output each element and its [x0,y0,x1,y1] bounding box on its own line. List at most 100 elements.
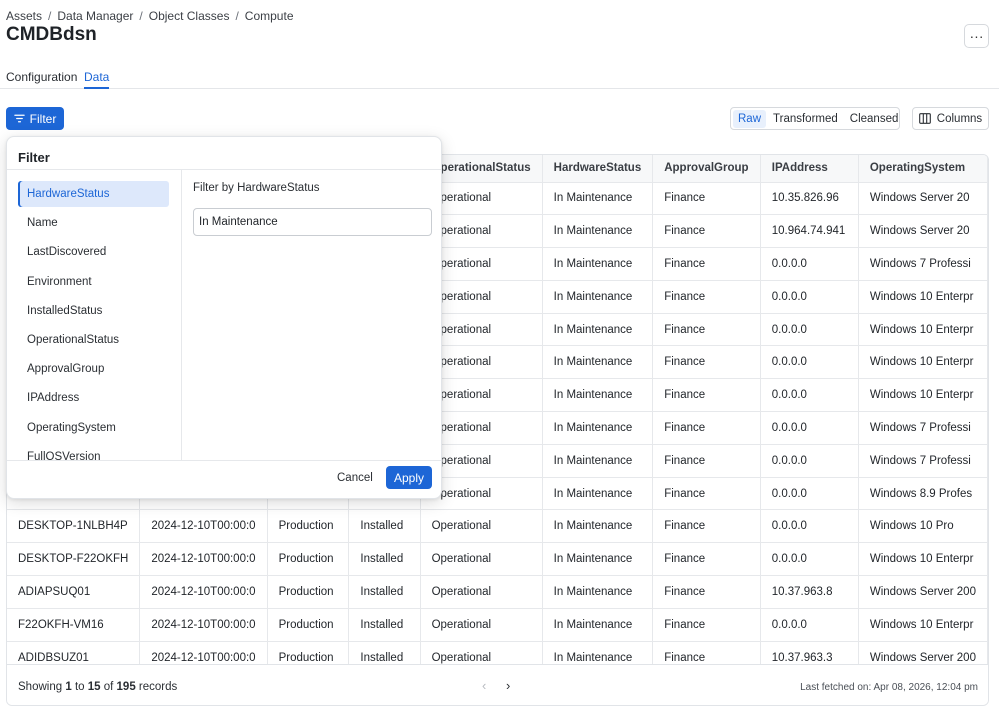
breadcrumb-separator: / [139,9,143,23]
table-cell: Finance [652,542,761,577]
table-cell: F22OKFH-VM16 [7,608,141,642]
table-cell: Finance [652,313,761,347]
more-options-button[interactable]: ··· [964,24,989,48]
breadcrumb-compute: Compute [244,9,294,23]
table-cell: ADIAPSUQ01 [7,575,141,609]
view-cleansed[interactable]: Cleansed [845,110,904,128]
column-header[interactable]: ApprovalGroup [652,155,761,183]
table-cell: 0.0.0.0 [760,313,859,347]
table-cell: In Maintenance [542,477,654,511]
apply-button[interactable]: Apply [386,466,432,489]
column-header[interactable]: IPAddress [760,155,859,183]
view-raw[interactable]: Raw [733,109,767,128]
table-cell: In Maintenance [542,182,654,216]
table-cell: Operational [420,542,543,577]
table-cell: 0.0.0.0 [760,378,859,413]
table-cell: DESKTOP-F22OKFH [7,542,141,577]
tab-data[interactable]: Data [84,70,110,89]
table-cell: Windows 10 Enterpr [858,313,988,347]
breadcrumb-data-manager[interactable]: Data Manager [57,9,133,23]
table-cell: Windows 10 Enterpr [858,542,988,577]
table-cell: Windows 7 Professi [858,444,988,478]
filter-button[interactable]: Filter [6,107,64,130]
column-header[interactable]: OperatingSystem [858,155,988,183]
table-cell: Windows Server 20 [858,182,988,216]
table-cell: Production [267,608,350,642]
previous-page-icon[interactable]: ‹ [482,678,486,693]
cancel-button[interactable]: Cancel [337,472,373,484]
table-cell: In Maintenance [542,345,654,380]
filter-field-item[interactable]: Environment [18,269,169,295]
table-cell: In Maintenance [542,608,654,642]
breadcrumb: Assets / Data Manager / Object Classes /… [6,9,294,23]
table-cell: Finance [652,477,761,511]
table-cell: 0.0.0.0 [760,345,859,380]
table-row[interactable]: F22OKFH-VM16 2024-12-10T00:00:0 Production… [7,608,988,642]
table-cell: DESKTOP-1NLBH4P [7,509,141,544]
table-cell: 0.0.0.0 [760,608,859,642]
table-cell: 0.0.0.0 [760,477,859,511]
divider [7,460,441,461]
table-cell: Installed [348,575,421,609]
table-cell: Finance [652,444,761,478]
table-cell: Finance [652,182,761,216]
table-cell: Finance [652,509,761,544]
tab-configuration[interactable]: Configuration [6,70,77,84]
table-cell: 2024-12-10T00:00:0 [139,575,268,609]
filter-field-item[interactable]: ApprovalGroup [18,356,169,382]
table-cell: Windows 10 Pro [858,509,988,544]
table-cell: In Maintenance [542,542,654,577]
table-row[interactable]: DESKTOP-F22OKFH 2024-12-10T00:00:0 Product… [7,542,988,577]
filter-popover-title: Filter [18,150,50,165]
table-cell: 2024-12-10T00:00:0 [139,608,268,642]
columns-icon [918,113,931,124]
table-cell: In Maintenance [542,444,654,478]
filter-field-item[interactable]: OperatingSystem [18,415,169,441]
view-mode-toggle: Raw Transformed Cleansed [730,107,900,130]
table-cell: 2024-12-10T00:00:0 [139,542,268,577]
filter-field-item[interactable]: HardwareStatus [18,181,169,207]
filter-field-item[interactable]: FullOSVersion [18,444,169,460]
columns-button[interactable]: Columns [912,107,989,130]
filter-field-item[interactable]: IPAddress [18,385,169,411]
table-cell: In Maintenance [542,214,654,249]
view-transformed[interactable]: Transformed [768,110,843,128]
table-row[interactable]: ADIAPSUQ01 2024-12-10T00:00:0 Production In… [7,575,988,609]
table-cell: Operational [420,509,543,544]
table-cell: Production [267,542,350,577]
last-fetched-timestamp: Last fetched on: Apr 08, 2026, 12:04 pm [800,682,978,693]
table-cell: Finance [652,214,761,249]
table-cell: In Maintenance [542,575,654,609]
table-cell: In Maintenance [542,411,654,445]
table-cell: 0.0.0.0 [760,444,859,478]
filter-by-label: Filter by HardwareStatus [193,182,320,194]
table-cell: 10.37.963.8 [760,575,859,609]
breadcrumb-separator: / [48,9,52,23]
column-header[interactable]: HardwareStatus [542,155,654,183]
table-cell: Windows 10 Enterpr [858,608,988,642]
filter-field-item[interactable]: Name [18,210,169,236]
ellipsis-icon: ··· [969,28,984,44]
table-cell: Installed [348,509,421,544]
breadcrumb-object-classes[interactable]: Object Classes [149,9,230,23]
table-row[interactable]: DESKTOP-1NLBH4P 2024-12-10T00:00:0 Product… [7,509,988,544]
table-cell: Finance [652,411,761,445]
record-count: Showing 1 to 15 of 195 records [18,681,178,693]
table-cell: 0.0.0.0 [760,280,859,314]
table-cell: 2024-12-10T00:00:0 [139,509,268,544]
filter-field-item[interactable]: OperationalStatus [18,327,169,353]
filter-field-item[interactable]: LastDiscovered [18,239,169,265]
table-cell: Finance [652,247,761,281]
table-cell: 0.0.0.0 [760,247,859,281]
filter-field-item[interactable]: InstalledStatus [18,298,169,324]
filter-value-input[interactable] [193,208,432,236]
table-cell: Windows 10 Enterpr [858,345,988,380]
next-page-icon[interactable]: › [506,678,510,693]
table-cell: In Maintenance [542,509,654,544]
tab-bar: Configuration Data [0,62,999,89]
table-cell: 10.35.826.96 [760,182,859,216]
filter-popover: Filter HardwareStatus Name LastDiscovered E… [6,136,442,499]
breadcrumb-assets[interactable]: Assets [6,9,42,23]
page-title: CMDBdsn [6,24,97,45]
table-cell: Finance [652,608,761,642]
